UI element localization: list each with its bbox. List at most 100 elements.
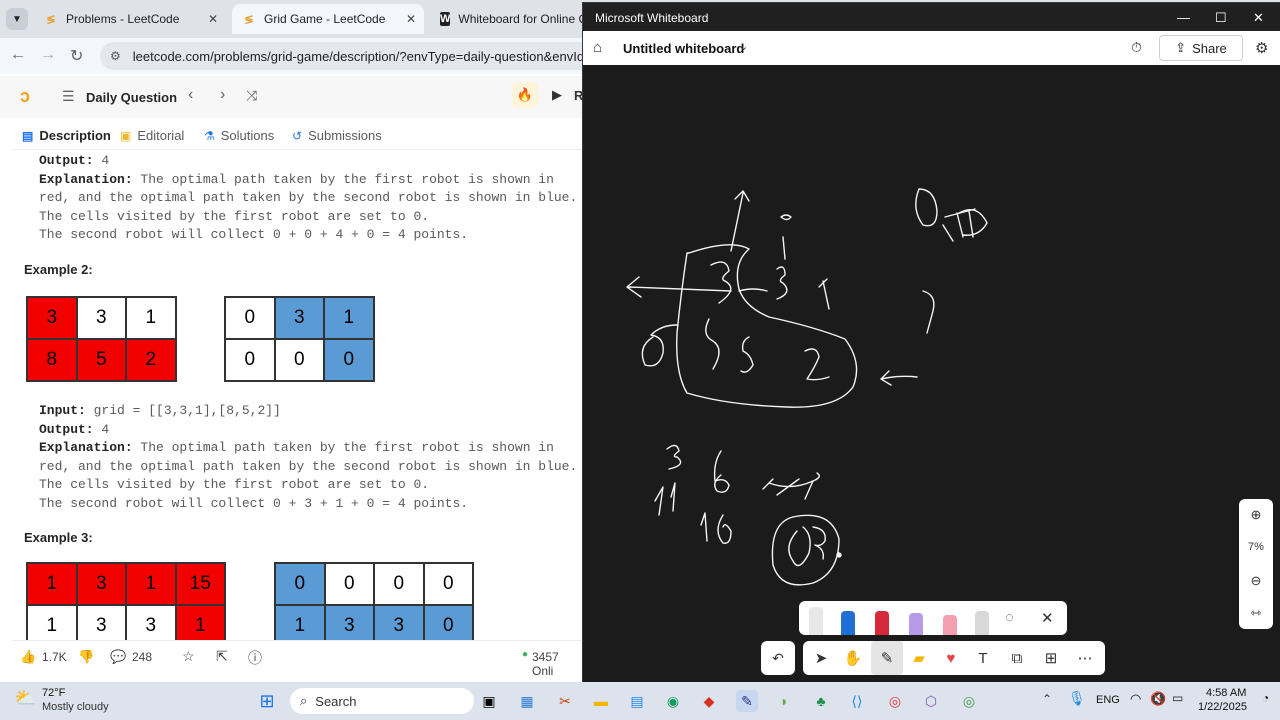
notepad-icon[interactable]: ▤ [626,690,648,712]
more-options-icon[interactable]: ⋯ [1069,641,1101,675]
text-tool-icon[interactable]: T [967,641,999,675]
run-play-icon[interactable]: ▶ [552,87,562,103]
maximize-icon[interactable]: ☐ [1215,10,1227,26]
share-link-icon[interactable]: ⇱ [216,648,228,665]
chevron-down-icon[interactable]: ⌄ [739,40,748,53]
site-info-icon[interactable]: ⚙ [110,49,121,63]
ink-arrow-up [730,190,750,252]
comment-icon[interactable]: 💬 [110,649,126,665]
calculator-icon[interactable]: ▦ [516,690,538,712]
premium-icon[interactable]: 🔥 [512,82,538,108]
share-button[interactable]: ⇪ Share [1159,35,1243,61]
output-value: 4 [93,421,110,437]
tab-grid-game[interactable]: ≶ Grid Game - LeetCode ✕ [232,4,424,34]
weather-cloud-icon[interactable]: ⛅ [14,688,36,709]
eraser-pen-icon[interactable] [809,607,823,635]
leaf-app-icon[interactable]: ♣ [810,690,832,712]
tab-search-dropdown[interactable]: ▼ [6,8,28,30]
templates-icon[interactable]: ⊞ [1035,641,1067,675]
close-tab-icon[interactable]: ✕ [406,12,416,26]
chrome-icon[interactable]: ◎ [884,690,906,712]
shapes-icon[interactable]: ⧉ [1001,641,1033,675]
tab-problems[interactable]: ≶ Problems - LeetCode ✕ [34,4,226,34]
pen-tool-icon[interactable]: ✎ [871,641,903,675]
snipping-tool-icon[interactable]: ✂ [554,690,576,712]
grid-cell: 3 [324,605,374,640]
daily-question-link[interactable]: Daily Question [86,90,177,105]
purple-highlighter-icon[interactable] [909,613,923,635]
reload-icon[interactable]: ↻ [70,46,83,66]
thumbs-up-icon[interactable]: 👍 [20,649,36,665]
ink-digit-1 [818,278,830,310]
pink-eraser-icon[interactable] [943,615,957,635]
task-view-icon[interactable]: ▣ [478,690,500,712]
microphone-icon[interactable]: 🎙 [1068,690,1086,707]
file-explorer-icon[interactable]: ▬ [590,690,612,712]
language-indicator[interactable]: ENG [1096,694,1120,706]
windows-start-icon[interactable]: ⊞ [256,690,278,712]
edge-browser-icon[interactable]: ◉ [662,690,684,712]
chrome-profile-icon[interactable]: ◎ [958,690,980,712]
sticky-note-icon[interactable]: ▰ [903,641,935,675]
close-tab-icon[interactable]: ✕ [208,12,218,26]
wifi-icon[interactable]: ◠ [1130,691,1141,707]
star-icon[interactable]: ☆ [182,648,195,665]
problem-list-icon[interactable]: ☰ [62,88,75,105]
blue-pen-icon[interactable] [841,611,855,635]
ink-mark [780,214,792,260]
next-problem-icon[interactable]: › [220,86,225,104]
board-name[interactable]: Untitled whiteboard [623,41,744,56]
whiteboard-canvas[interactable]: ⊕ 7% ⊖ ⇿ ◌ ✕ ↶ ➤ ✋ ✎ ▰ ♥ T ⧉ ⊞ ⋯ [583,65,1280,683]
search-placeholder: Search [315,693,357,709]
show-hidden-icons-icon[interactable]: ⌃ [1042,692,1052,706]
tab-editorial[interactable]: ▣ Editorial [120,128,184,143]
home-icon[interactable]: ⌂ [593,39,602,56]
taskbar-search[interactable]: ⌕ Search [290,688,474,714]
tab-whiteboard[interactable]: W Whiteboard for Online Colla [430,4,590,34]
whiteboard-app-icon[interactable]: ✎ [736,690,758,712]
leetcode-logo-icon[interactable]: ↄ [20,86,30,107]
tab-submissions[interactable]: ↺ Submissions [292,128,382,143]
lasso-icon[interactable]: ◌ [1005,609,1014,626]
explanation-label: Explanation: [39,440,133,455]
minimize-icon[interactable]: — [1177,10,1190,25]
app-hex-icon[interactable]: ⬡ [920,690,942,712]
thumbs-down-icon[interactable]: 👎 [78,649,94,665]
zoom-out-icon[interactable]: ⊖ [1239,573,1273,589]
tab-description[interactable]: ▤ Description [22,128,111,143]
close-tray-icon[interactable]: ✕ [1041,609,1054,627]
prev-problem-icon[interactable]: ‹ [188,86,193,104]
fit-to-screen-icon[interactable]: ⇿ [1239,605,1273,621]
description-icon: ▤ [22,128,34,143]
grid-cell: 0 [324,339,374,381]
back-arrow-icon[interactable]: ← [10,46,26,64]
ink-digit-8 [641,324,678,367]
close-window-icon[interactable]: ✕ [1253,10,1264,26]
tab-solutions[interactable]: ⚗ Solutions [204,128,274,143]
clock-date[interactable]: 1/22/2025 [1198,701,1247,713]
battery-icon[interactable]: ▭ [1172,691,1183,705]
notification-icon[interactable]: ◔ [1262,691,1269,705]
office-icon[interactable]: ◆ [698,690,720,712]
tab-label: Submissions [308,128,382,143]
speaker-muted-icon[interactable]: 🔇 [1150,691,1166,707]
grid-cell: 15 [175,563,225,605]
select-pointer-icon[interactable]: ➤ [805,641,837,675]
help-icon[interactable]: ⓘ [248,648,262,668]
red-pen-icon[interactable] [875,611,889,635]
reaction-heart-icon[interactable]: ♥ [935,641,967,675]
settings-gear-icon[interactable]: ⚙ [1255,39,1268,57]
clock-time[interactable]: 4:58 AM [1206,687,1246,699]
forward-arrow-icon[interactable]: → [40,46,56,64]
zoom-in-icon[interactable]: ⊕ [1239,507,1273,523]
timer-icon[interactable]: ⏱ [1131,39,1142,56]
address-bar[interactable]: ⚙ leetcode.com/problems/grid-game/descri… [100,42,620,70]
grid-cell: 3 [374,605,424,640]
pan-hand-icon[interactable]: ✋ [837,641,869,675]
ruler-icon[interactable] [975,611,989,635]
shuffle-icon[interactable]: ⤨ [246,87,257,104]
zoom-level: 7% [1248,541,1264,553]
app-icon[interactable]: ◑ [772,690,794,712]
vscode-icon[interactable]: ⟨⟩ [846,690,868,712]
undo-button[interactable]: ↶ [761,641,795,675]
